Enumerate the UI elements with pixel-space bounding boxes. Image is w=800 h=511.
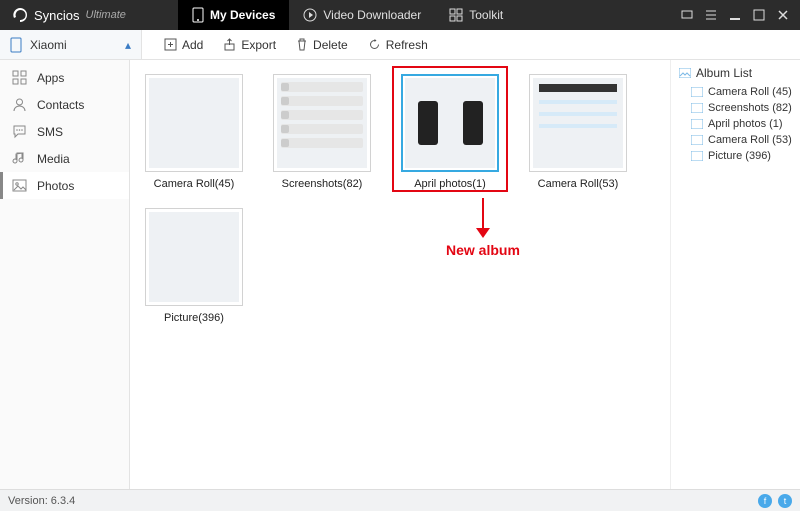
tab-label: My Devices [210,8,275,22]
album-list-item[interactable]: Screenshots (82) [679,100,792,116]
play-icon [303,8,317,22]
status-bar: Version: 6.3.4 f t [0,489,800,511]
sidebar-item-label: Contacts [37,98,84,112]
sidebar-item-label: Apps [37,71,64,85]
twitter-icon[interactable]: t [778,494,792,508]
action-label: Delete [313,38,348,52]
album-thumbnail [277,78,367,168]
tab-video-downloader[interactable]: Video Downloader [289,0,435,30]
refresh-icon [368,38,381,51]
phone-icon [10,37,22,53]
action-label: Refresh [386,38,428,52]
album-april-photos[interactable]: April photos(1) [400,74,500,190]
media-icon [12,151,27,166]
brand-text: Syncios [34,8,80,23]
arrow-down-icon [476,228,490,238]
tab-label: Toolkit [469,8,503,22]
minimize-button[interactable] [728,8,742,22]
album-thumbnail [405,78,495,168]
album-list-item-label: Camera Roll (53) [708,134,792,146]
device-name: Xiaomi [30,38,67,52]
chevron-up-icon: ▴ [125,38,131,52]
album-thumbnail [149,78,239,168]
album-label: Camera Roll(53) [538,178,619,190]
action-bar: Add Export Delete Refresh [142,30,436,59]
album-list-title: Album List [696,66,752,80]
sidebar: Apps Contacts SMS Media Photos [0,60,130,489]
syncios-icon [12,7,28,23]
tab-toolkit[interactable]: Toolkit [435,0,517,30]
tab-my-devices[interactable]: My Devices [178,0,289,30]
annotation-label: New album [446,242,520,258]
album-label: April photos(1) [414,178,486,190]
main-content: Camera Roll(45) Screenshots(82) April ph… [130,60,800,489]
album-thumbnail [149,212,239,302]
album-camera-roll-2[interactable]: Camera Roll(53) [528,74,628,190]
album-picture[interactable]: Picture(396) [144,208,244,324]
delete-button[interactable]: Delete [288,34,356,56]
album-list-panel: Album List Camera Roll (45) Screenshots … [670,60,800,489]
add-button[interactable]: Add [156,34,211,56]
album-list-item[interactable]: Picture (396) [679,148,792,164]
sidebar-item-apps[interactable]: Apps [0,64,129,91]
facebook-icon[interactable]: f [758,494,772,508]
album-screenshots[interactable]: Screenshots(82) [272,74,372,190]
album-list-item[interactable]: Camera Roll (53) [679,132,792,148]
menu-icon[interactable] [704,8,718,22]
plus-icon [164,38,177,51]
phone-icon [192,7,204,23]
annotation-arrow: New album [446,198,520,258]
picture-icon [679,68,691,78]
album-list-header: Album List [679,66,792,80]
album-list-item[interactable]: Camera Roll (45) [679,84,792,100]
titlebar: Syncios Ultimate My Devices Video Downlo… [0,0,800,30]
album-thumbnail [533,78,623,168]
window-buttons [680,8,800,22]
album-list-item-label: Camera Roll (45) [708,86,792,98]
album-camera-roll[interactable]: Camera Roll(45) [144,74,244,190]
album-grid: Camera Roll(45) Screenshots(82) April ph… [130,60,670,489]
album-list-item-label: Screenshots (82) [708,102,792,114]
album-label: Screenshots(82) [282,178,363,190]
toolkit-icon [449,8,463,22]
edition-text: Ultimate [86,9,126,21]
sidebar-item-photos[interactable]: Photos [0,172,129,199]
album-list-item-label: Picture (396) [708,150,771,162]
album-list-item[interactable]: April photos (1) [679,116,792,132]
sidebar-item-label: Media [37,152,70,166]
refresh-button[interactable]: Refresh [360,34,436,56]
apps-icon [12,70,27,85]
trash-icon [296,38,308,51]
sidebar-item-sms[interactable]: SMS [0,118,129,145]
notification-icon[interactable] [680,8,694,22]
device-selector[interactable]: Xiaomi ▴ [0,30,142,59]
sms-icon [12,124,27,139]
main-tabs: My Devices Video Downloader Toolkit [178,0,517,30]
sidebar-item-label: Photos [37,179,74,193]
sidebar-item-contacts[interactable]: Contacts [0,91,129,118]
album-label: Picture(396) [164,312,224,324]
export-button[interactable]: Export [215,34,284,56]
action-label: Export [241,38,276,52]
version-text: Version: 6.3.4 [8,495,75,507]
maximize-button[interactable] [752,8,766,22]
app-logo: Syncios Ultimate [0,7,178,23]
sidebar-item-label: SMS [37,125,63,139]
export-icon [223,38,236,51]
album-list-item-label: April photos (1) [708,118,783,130]
close-button[interactable] [776,8,790,22]
sidebar-item-media[interactable]: Media [0,145,129,172]
contacts-icon [12,97,27,112]
toolbar: Xiaomi ▴ Add Export Delete Refresh [0,30,800,60]
action-label: Add [182,38,203,52]
photos-icon [12,178,27,193]
tab-label: Video Downloader [323,8,421,22]
album-label: Camera Roll(45) [154,178,235,190]
